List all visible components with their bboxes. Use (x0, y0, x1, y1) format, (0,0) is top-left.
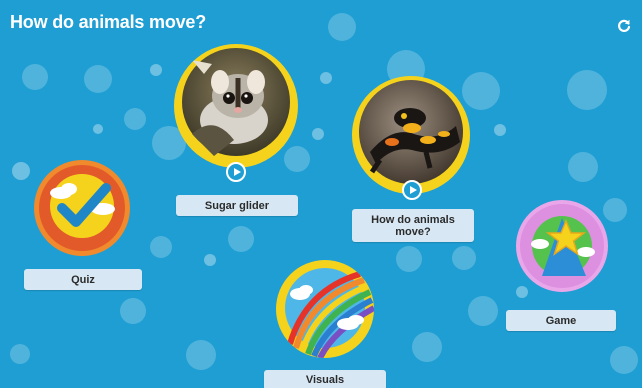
play-icon[interactable] (402, 180, 422, 200)
background-bubble (150, 236, 172, 258)
activity-map: How do animals move? Sugar glider How do… (0, 0, 642, 388)
animals-move-label-text: How do animals move? (371, 213, 455, 238)
background-bubble (124, 108, 146, 130)
sugar-glider-label: Sugar glider (176, 195, 298, 216)
game-activity[interactable]: Game (506, 200, 618, 332)
background-bubble (10, 344, 30, 364)
background-bubble (228, 226, 254, 252)
sugar-glider-activity[interactable]: Sugar glider (174, 44, 300, 220)
background-bubble (567, 70, 607, 110)
rainbow-icon (264, 258, 265, 259)
background-bubble (568, 152, 598, 182)
visuals-badge (276, 260, 374, 358)
salamander-thumbnail (352, 76, 470, 194)
visuals-activity[interactable]: Visuals (264, 258, 386, 388)
background-bubble (312, 128, 324, 140)
quiz-label: Quiz (24, 269, 142, 290)
background-bubble (396, 246, 422, 272)
background-bubble (610, 346, 638, 374)
background-bubble (494, 124, 506, 136)
sugar-glider-thumbnail (174, 44, 298, 168)
quiz-activity[interactable]: Quiz (24, 160, 142, 290)
page-title: How do animals move? (10, 12, 207, 32)
refresh-icon[interactable] (614, 16, 634, 36)
background-bubble (93, 124, 103, 134)
play-icon[interactable] (226, 162, 246, 182)
background-bubble (120, 298, 146, 324)
game-label: Game (506, 310, 616, 331)
checkmark-icon (57, 183, 111, 227)
star-icon (546, 219, 586, 256)
background-bubble (328, 13, 356, 41)
background-bubble (22, 64, 48, 90)
background-bubble (320, 72, 332, 84)
background-bubble (150, 64, 162, 76)
background-bubble (452, 246, 476, 270)
background-bubble (204, 254, 216, 266)
background-bubble (412, 332, 442, 362)
animals-move-video-activity[interactable]: How do animals move? (352, 76, 476, 246)
background-bubble (84, 65, 112, 93)
animals-move-label: How do animals move? (352, 209, 474, 242)
visuals-label: Visuals (264, 370, 386, 388)
background-bubble (468, 296, 498, 326)
background-bubble (186, 340, 216, 370)
